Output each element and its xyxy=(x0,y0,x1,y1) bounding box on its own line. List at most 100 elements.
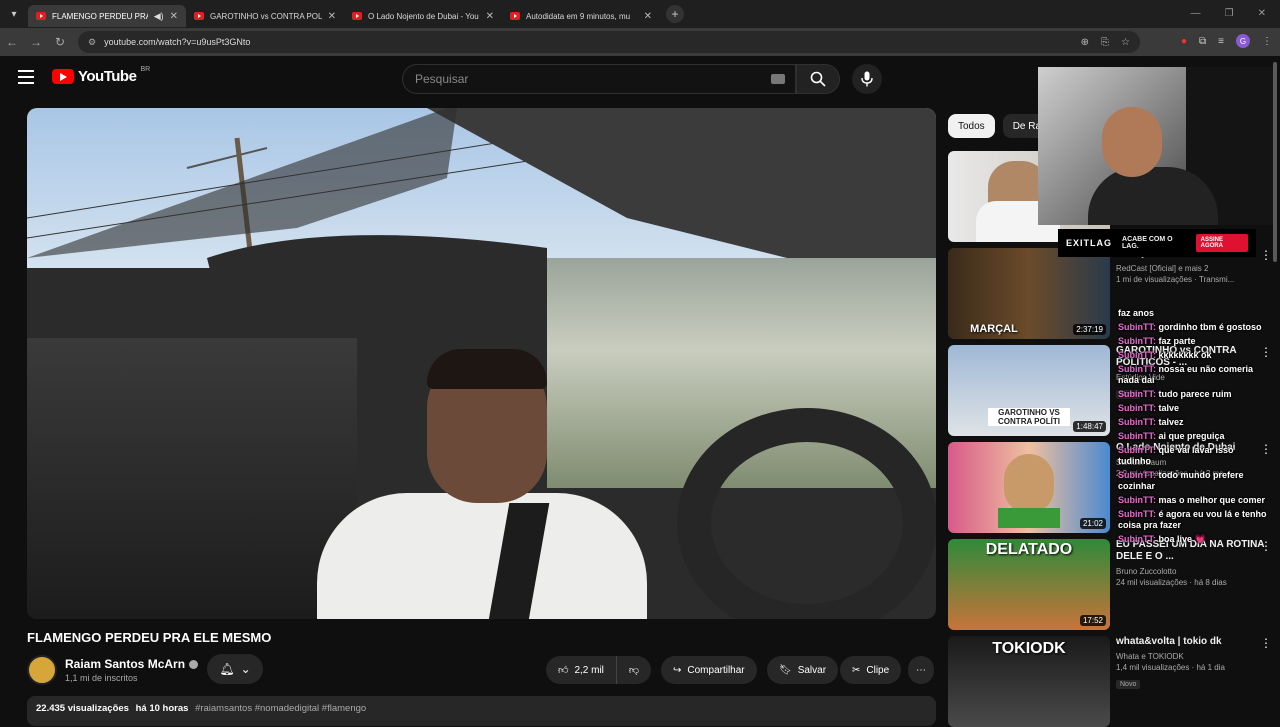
window-controls: — ❐ ✕ xyxy=(1177,0,1280,27)
voice-search-button[interactable] xyxy=(852,64,882,94)
video-thumbnail[interactable]: MARÇAL 2:37:19 xyxy=(948,248,1110,339)
close-tab-icon[interactable]: ✕ xyxy=(170,11,178,22)
speaker-icon[interactable]: ◀) xyxy=(154,11,164,22)
like-button[interactable]: 👍︎ 2,2 mil xyxy=(546,656,617,684)
url-field[interactable]: ⚙ youtube.com/watch?v=u9usPt3GNto ⊕ ⎘ ☆ xyxy=(78,31,1140,53)
install-icon[interactable]: ⎘ xyxy=(1101,37,1109,48)
extension-icon[interactable]: ● xyxy=(1181,36,1187,47)
forward-icon[interactable]: → xyxy=(24,35,48,49)
hamburger-menu-icon[interactable] xyxy=(18,70,34,84)
media-queue-icon[interactable]: ≡ xyxy=(1218,36,1224,47)
share-button[interactable]: ↪ Compartilhar xyxy=(661,656,757,684)
bookmark-icon: 🔖︎ xyxy=(779,664,792,676)
recommendation-stats: 24 mil visualizações · há 8 dias xyxy=(1116,578,1227,587)
channel-avatar[interactable] xyxy=(27,655,57,685)
profile-avatar[interactable]: G xyxy=(1236,34,1250,48)
chat-message: SubinTT: que vai lavar isso tudinho xyxy=(1118,445,1268,467)
save-button[interactable]: 🔖︎ Salvar xyxy=(767,656,839,684)
more-actions-button[interactable]: ⋯ xyxy=(908,656,934,684)
tab-search-icon[interactable]: ▾ xyxy=(0,0,28,28)
chat-message: SubinTT: boa live 💗 xyxy=(1118,534,1268,545)
youtube-favicon-icon xyxy=(352,12,362,20)
url-text: youtube.com/watch?v=u9usPt3GNto xyxy=(104,37,251,47)
tab-title: O Lado Nojento de Dubai - You xyxy=(368,11,479,21)
bookmark-star-icon[interactable]: ☆ xyxy=(1121,37,1130,48)
close-tab-icon[interactable]: ✕ xyxy=(486,11,494,22)
chat-username: SubinTT: xyxy=(1118,336,1156,346)
omnibox-actions: ⊕ ⎘ ☆ xyxy=(1081,37,1130,48)
youtube-play-icon xyxy=(52,69,74,84)
chat-message: faz anos xyxy=(1118,308,1155,318)
thumbnail-text: TOKIODK xyxy=(992,640,1066,657)
video-thumbnail[interactable]: 21:02 xyxy=(948,442,1110,533)
reload-icon[interactable]: ↻ xyxy=(48,35,72,49)
close-window-icon[interactable]: ✕ xyxy=(1258,8,1266,19)
video-duration: 17:52 xyxy=(1079,615,1106,626)
more-horizontal-icon: ⋯ xyxy=(916,664,926,676)
channel-name[interactable]: Raiam Santos McArn xyxy=(65,657,185,671)
more-vertical-icon[interactable]: ⋮ xyxy=(1260,636,1272,650)
description-box[interactable]: 22.435 visualizações há 10 horas #raiams… xyxy=(27,696,936,726)
more-vertical-icon[interactable]: ⋮ xyxy=(1260,248,1272,262)
video-thumbnail[interactable]: GAROTINHO VS CONTRA POLÍTI 1:48:47 xyxy=(948,345,1110,436)
chat-message: SubinTT: mas o melhor que comer xyxy=(1118,495,1268,506)
tab-title: Autodidata em 9 minutos, mu xyxy=(526,11,631,21)
extensions-puzzle-icon[interactable]: ⧉ xyxy=(1199,36,1206,47)
chat-text: tudo parece ruim xyxy=(1158,389,1232,399)
chat-username: SubinTT: xyxy=(1118,417,1156,427)
subscription-bell-button[interactable]: 🔔︎ ⌄ xyxy=(207,654,263,684)
close-tab-icon[interactable]: ✕ xyxy=(328,11,336,22)
recommendation-channel[interactable]: Whata e TOKIODK xyxy=(1116,651,1272,662)
recommendation-channel[interactable]: Bruno Zuccolotto xyxy=(1116,566,1272,577)
recommendation-item[interactable]: TOKIODK whata&volta | tokio dk Whata e T… xyxy=(948,636,1272,727)
close-tab-icon[interactable]: ✕ xyxy=(644,11,652,22)
minimize-icon[interactable]: — xyxy=(1191,8,1201,19)
video-duration: 2:37:19 xyxy=(1073,324,1106,335)
search-icon xyxy=(810,71,826,87)
browser-tab-bar: ▾ FLAMENGO PERDEU PRA ELE ◀) ✕ GAROTINHO… xyxy=(0,0,1280,28)
video-thumbnail[interactable]: TOKIODK xyxy=(948,636,1110,727)
sponsor-slogan: ACABE COM O LAG. xyxy=(1122,236,1173,250)
chat-text: faz parte xyxy=(1158,336,1196,346)
recommendation-item[interactable]: DELATADO 17:52 EU PASSEI UM DIA NA ROTIN… xyxy=(948,539,1272,630)
video-thumbnail[interactable]: DELATADO 17:52 xyxy=(948,539,1110,630)
thumbnail-text: GAROTINHO VS CONTRA POLÍTI xyxy=(988,408,1070,426)
browser-tab-2[interactable]: GAROTINHO vs CONTRA POLÍT ✕ xyxy=(186,5,344,27)
hashtags[interactable]: #raiamsantos #nomadedigital #flamengo xyxy=(195,703,366,714)
channel-name-row[interactable]: Raiam Santos McArn xyxy=(65,657,199,671)
chat-message: SubinTT: gordinho tbm é gostoso xyxy=(1118,322,1268,333)
chat-message: SubinTT: kkkkkkkk ok xyxy=(1118,350,1268,361)
tab-title: FLAMENGO PERDEU PRA ELE xyxy=(52,11,148,21)
video-player[interactable] xyxy=(27,108,936,619)
dislike-button[interactable]: 👎︎ xyxy=(616,656,652,684)
browser-menu-icon[interactable]: ⋮ xyxy=(1262,36,1272,47)
recommendation-title[interactable]: whata&volta | tokio dk xyxy=(1116,636,1272,648)
keyboard-icon[interactable] xyxy=(771,74,785,84)
search-input[interactable]: Pesquisar xyxy=(402,64,796,94)
browser-tab-3[interactable]: O Lado Nojento de Dubai - You ✕ xyxy=(344,5,502,27)
clip-button[interactable]: ✂ Clipe xyxy=(840,656,902,684)
clip-label: Clipe xyxy=(866,664,890,676)
save-action: 🔖︎ Salvar xyxy=(767,656,839,684)
chat-username: SubinTT: xyxy=(1118,389,1156,399)
share-icon: ↪ xyxy=(673,664,682,676)
scrollbar-thumb[interactable] xyxy=(1273,62,1277,262)
chip-all[interactable]: Todos xyxy=(948,114,995,138)
new-tab-button[interactable]: + xyxy=(666,5,684,23)
chat-message: SubinTT: tudo parece ruim xyxy=(1118,389,1268,400)
like-count: 2,2 mil xyxy=(574,664,604,676)
new-badge: Novo xyxy=(1116,680,1141,689)
back-icon[interactable]: ← xyxy=(0,35,24,49)
youtube-logo[interactable]: YouTube BR xyxy=(52,66,150,85)
browser-tab-4[interactable]: Autodidata em 9 minutos, mu ✕ xyxy=(502,5,660,27)
chat-username: SubinTT: xyxy=(1118,364,1156,374)
search-button[interactable] xyxy=(796,64,840,94)
zoom-icon[interactable]: ⊕ xyxy=(1081,37,1089,48)
page-scrollbar[interactable] xyxy=(1272,62,1278,712)
sponsor-logo: EXITLAG xyxy=(1066,238,1113,248)
recommendation-channel[interactable]: RedCast [Oficial] e mais 2 xyxy=(1116,263,1272,274)
site-info-icon[interactable]: ⚙ xyxy=(88,37,96,48)
browser-tab-1[interactable]: FLAMENGO PERDEU PRA ELE ◀) ✕ xyxy=(28,5,186,27)
maximize-icon[interactable]: ❐ xyxy=(1225,8,1234,19)
thumbs-down-icon: 👎︎ xyxy=(628,665,640,676)
